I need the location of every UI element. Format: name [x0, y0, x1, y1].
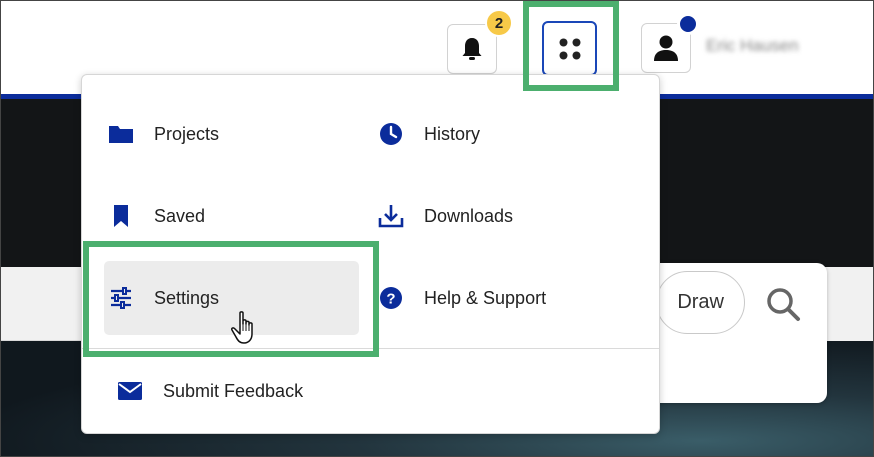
draw-button[interactable]: Draw — [656, 271, 745, 334]
draw-button-label: Draw — [677, 291, 724, 313]
help-icon: ? — [378, 285, 404, 311]
screenshot-frame: Draw 2 Eric Hausen Projects Saved Settin… — [0, 0, 874, 457]
bell-icon — [462, 38, 482, 60]
menu-item-history[interactable]: History — [378, 97, 480, 171]
profile-status-dot — [677, 13, 699, 35]
bookmark-icon — [108, 203, 134, 229]
apps-button-highlight — [523, 1, 619, 91]
search-icon[interactable] — [763, 284, 803, 324]
menu-item-submit-feedback[interactable]: Submit Feedback — [117, 354, 303, 428]
settings-highlight — [83, 241, 379, 357]
menu-item-help-support[interactable]: ? Help & Support — [378, 261, 546, 335]
menu-item-projects[interactable]: Projects — [108, 97, 219, 171]
user-icon — [654, 35, 678, 61]
envelope-icon — [117, 378, 143, 404]
folder-icon — [108, 121, 134, 147]
menu-item-label: Saved — [154, 205, 206, 226]
menu-item-downloads[interactable]: Downloads — [378, 179, 513, 253]
svg-text:?: ? — [386, 291, 395, 308]
user-name: Eric Hausen — [706, 36, 799, 55]
download-icon — [378, 203, 404, 229]
notification-badge: 2 — [485, 9, 513, 37]
clock-icon — [378, 121, 404, 147]
menu-item-label: Submit Feedback — [163, 380, 304, 401]
menu-item-label: History — [424, 123, 481, 144]
menu-item-label: Downloads — [424, 205, 514, 226]
menu-item-label: Projects — [154, 123, 220, 144]
menu-item-label: Help & Support — [424, 287, 547, 308]
